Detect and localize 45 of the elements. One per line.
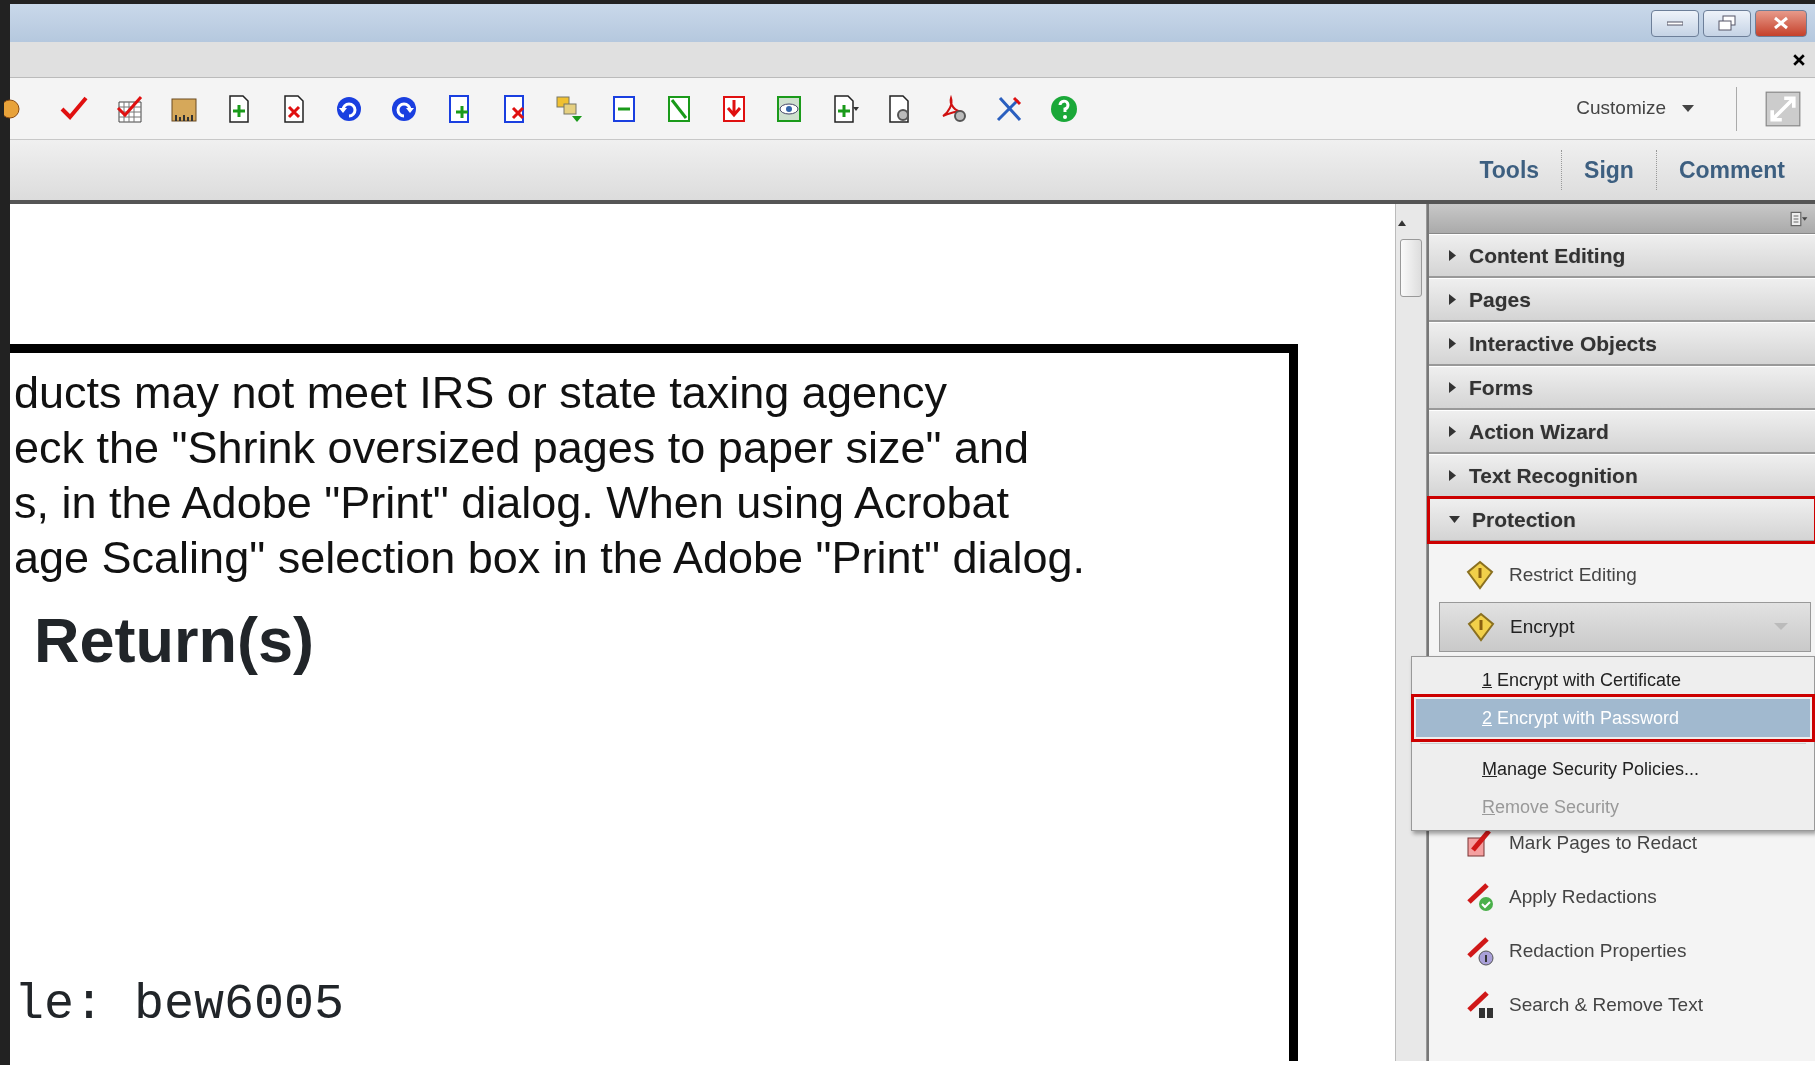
grid-check-icon[interactable] xyxy=(114,93,144,124)
tab[interactable]: Tools xyxy=(1457,150,1562,190)
document-text: ducts may not meet IRS or state taxing agency xyxy=(13,366,948,420)
tab[interactable]: Sign xyxy=(1561,150,1656,190)
tool-item[interactable]: Search & Remove Text xyxy=(1429,978,1815,1032)
close-icon xyxy=(1773,16,1789,30)
restore-icon xyxy=(1718,15,1736,31)
shield-icon xyxy=(1466,612,1496,642)
pencil-info-icon xyxy=(1465,936,1495,966)
document-text: le: bew6005 xyxy=(14,975,345,1035)
help-icon[interactable] xyxy=(1049,93,1079,124)
close-button[interactable] xyxy=(1755,9,1807,37)
section-header[interactable]: Text Recognition xyxy=(1429,454,1815,498)
document-heading: Return(s) xyxy=(34,605,315,675)
document-text: s, in the Adobe "Print" dialog. When using Acrobat xyxy=(13,476,1011,530)
tab[interactable]: Comment xyxy=(1655,150,1807,190)
section-header[interactable]: Forms xyxy=(1429,366,1815,410)
section-header[interactable]: Pages xyxy=(1429,278,1815,322)
section-header[interactable]: Interactive Objects xyxy=(1429,322,1815,366)
tool-item[interactable]: Apply Redactions xyxy=(1429,870,1815,924)
encrypt-dropdown[interactable]: Encrypt xyxy=(1439,602,1811,652)
section-header[interactable]: Protection xyxy=(1429,498,1815,542)
pencil-check-icon xyxy=(1465,882,1495,912)
section-header[interactable]: Action Wizard xyxy=(1429,410,1815,454)
shield-icon xyxy=(1465,560,1495,590)
pencil-binoculars-icon xyxy=(1465,990,1495,1020)
caret-icon xyxy=(1682,104,1694,113)
minimize-button[interactable] xyxy=(1651,9,1699,37)
section-header[interactable]: Content Editing xyxy=(1429,234,1815,278)
tool-item[interactable]: Restrict Editing xyxy=(1429,548,1815,602)
menu-item[interactable]: Manage Security Policies... xyxy=(1416,750,1810,788)
minimize-icon xyxy=(1667,20,1683,26)
scrollbar[interactable] xyxy=(1395,204,1427,1061)
caret-icon xyxy=(1774,623,1788,631)
document-text: eck the "Shrink oversized pages to paper size" and xyxy=(13,421,1031,475)
eye-icon[interactable] xyxy=(774,93,804,124)
document-text: age Scaling" selection box in the Adobe "Print" dialog. xyxy=(13,531,1087,585)
menu-item[interactable]: 1 Encrypt with Certificate xyxy=(1416,661,1810,699)
tool-item[interactable]: Redaction Properties xyxy=(1429,924,1815,978)
customize-dropdown[interactable]: Customize xyxy=(1570,93,1700,124)
restore-button[interactable] xyxy=(1703,9,1751,37)
scrollbar-thumb[interactable] xyxy=(1400,239,1422,297)
expand-icon[interactable] xyxy=(1765,90,1801,127)
scroll-up-icon[interactable] xyxy=(1396,218,1408,226)
stacked-pages-icon[interactable] xyxy=(554,93,584,124)
